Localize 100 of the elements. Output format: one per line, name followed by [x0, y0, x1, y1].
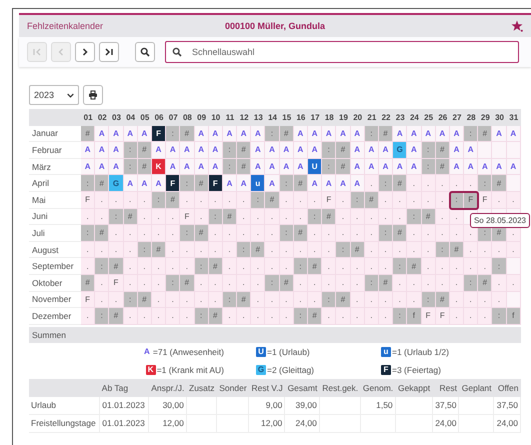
- day-cell[interactable]: A: [407, 142, 422, 159]
- day-cell[interactable]: :: [393, 308, 408, 325]
- day-cell[interactable]: .: [81, 208, 96, 226]
- day-cell[interactable]: .: [308, 192, 322, 209]
- day-cell[interactable]: #: [393, 175, 408, 192]
- day-cell[interactable]: .: [350, 225, 365, 242]
- day-cell[interactable]: .: [237, 258, 252, 275]
- day-cell[interactable]: .: [436, 258, 450, 275]
- day-cell[interactable]: .: [237, 308, 252, 325]
- day-cell[interactable]: A: [109, 142, 124, 159]
- day-cell[interactable]: #: [478, 274, 492, 292]
- day-cell[interactable]: :: [322, 142, 336, 159]
- day-cell[interactable]: .: [152, 258, 166, 275]
- day-cell[interactable]: A: [251, 142, 266, 159]
- day-cell[interactable]: A: [294, 142, 308, 159]
- day-cell[interactable]: .: [237, 192, 252, 209]
- day-cell[interactable]: f: [506, 308, 521, 325]
- day-cell[interactable]: A: [222, 175, 238, 192]
- day-cell[interactable]: .: [251, 308, 266, 325]
- day-cell[interactable]: A: [322, 126, 336, 142]
- day-cell[interactable]: .: [407, 292, 422, 308]
- day-cell[interactable]: .: [322, 242, 336, 258]
- day-cell[interactable]: .: [308, 225, 322, 242]
- day-cell[interactable]: .: [180, 258, 194, 275]
- day-cell[interactable]: .: [251, 274, 266, 292]
- day-cell[interactable]: .: [478, 242, 492, 258]
- day-cell[interactable]: .: [180, 192, 194, 209]
- day-cell[interactable]: A: [166, 142, 180, 159]
- day-cell[interactable]: .: [251, 208, 266, 226]
- day-cell[interactable]: .: [492, 192, 507, 209]
- day-cell[interactable]: #: [95, 175, 110, 192]
- day-cell[interactable]: A: [364, 142, 379, 159]
- day-cell[interactable]: :: [180, 225, 194, 242]
- day-cell[interactable]: :: [393, 258, 408, 275]
- day-cell[interactable]: #: [336, 142, 351, 159]
- day-cell[interactable]: .: [393, 292, 408, 308]
- day-cell[interactable]: :: [166, 126, 180, 142]
- day-cell[interactable]: A: [208, 142, 223, 159]
- day-cell[interactable]: .: [166, 208, 180, 226]
- day-cell[interactable]: A: [393, 126, 408, 142]
- day-cell[interactable]: .: [166, 258, 180, 275]
- day-cell[interactable]: .: [109, 292, 124, 308]
- day-cell[interactable]: .: [450, 225, 464, 242]
- day-cell[interactable]: #: [294, 225, 308, 242]
- day-cell[interactable]: :: [222, 142, 238, 159]
- day-cell[interactable]: .: [336, 192, 351, 209]
- day-cell[interactable]: .: [364, 225, 379, 242]
- day-cell[interactable]: .: [109, 242, 124, 258]
- day-cell[interactable]: .: [478, 292, 492, 308]
- day-cell[interactable]: A: [450, 142, 464, 159]
- day-cell[interactable]: A: [166, 158, 180, 176]
- day-cell[interactable]: .: [464, 308, 478, 325]
- day-cell[interactable]: .: [336, 225, 351, 242]
- day-cell[interactable]: .: [166, 242, 180, 258]
- day-cell[interactable]: .: [378, 258, 394, 275]
- day-cell[interactable]: :: [378, 225, 394, 242]
- day-cell[interactable]: A: [308, 175, 322, 192]
- day-cell[interactable]: A: [322, 175, 336, 192]
- day-cell[interactable]: .: [336, 308, 351, 325]
- day-cell[interactable]: .: [450, 258, 464, 275]
- day-cell[interactable]: .: [364, 258, 379, 275]
- day-cell[interactable]: .: [95, 292, 110, 308]
- day-cell[interactable]: f: [407, 308, 422, 325]
- day-cell[interactable]: A: [109, 158, 124, 176]
- day-cell[interactable]: A: [237, 175, 252, 192]
- day-cell[interactable]: :: [464, 126, 478, 142]
- day-cell[interactable]: .: [393, 242, 408, 258]
- day-cell[interactable]: #: [109, 308, 124, 325]
- day-cell[interactable]: :: [464, 274, 478, 292]
- day-cell[interactable]: .: [464, 292, 478, 308]
- day-cell[interactable]: #: [237, 142, 252, 159]
- day-cell[interactable]: .: [166, 225, 180, 242]
- day-cell[interactable]: #: [251, 242, 266, 258]
- day-cell[interactable]: F: [109, 274, 124, 292]
- day-cell[interactable]: #: [336, 292, 351, 308]
- day-cell[interactable]: A: [336, 175, 351, 192]
- day-cell[interactable]: G: [393, 142, 408, 159]
- day-cell[interactable]: .: [450, 308, 464, 325]
- day-cell[interactable]: A: [81, 142, 96, 159]
- day-cell[interactable]: .: [336, 258, 351, 275]
- day-cell[interactable]: .: [124, 308, 138, 325]
- day-cell[interactable]: A: [308, 126, 322, 142]
- day-cell[interactable]: A: [138, 175, 152, 192]
- day-cell[interactable]: A: [109, 126, 124, 142]
- day-cell[interactable]: .: [280, 258, 294, 275]
- day-cell[interactable]: A: [95, 126, 110, 142]
- day-cell[interactable]: .: [407, 175, 422, 192]
- day-cell[interactable]: .: [152, 225, 166, 242]
- day-cell[interactable]: A: [152, 175, 166, 192]
- search-button[interactable]: [135, 42, 155, 62]
- day-cell[interactable]: :: [81, 175, 96, 192]
- day-cell[interactable]: A: [180, 142, 194, 159]
- day-cell[interactable]: :: [294, 258, 308, 275]
- day-cell[interactable]: .: [152, 308, 166, 325]
- day-cell[interactable]: .: [478, 258, 492, 275]
- day-cell[interactable]: #: [393, 225, 408, 242]
- day-cell[interactable]: .: [350, 308, 365, 325]
- day-cell[interactable]: :: [194, 308, 209, 325]
- day-cell[interactable]: .: [166, 308, 180, 325]
- day-cell[interactable]: .: [464, 242, 478, 258]
